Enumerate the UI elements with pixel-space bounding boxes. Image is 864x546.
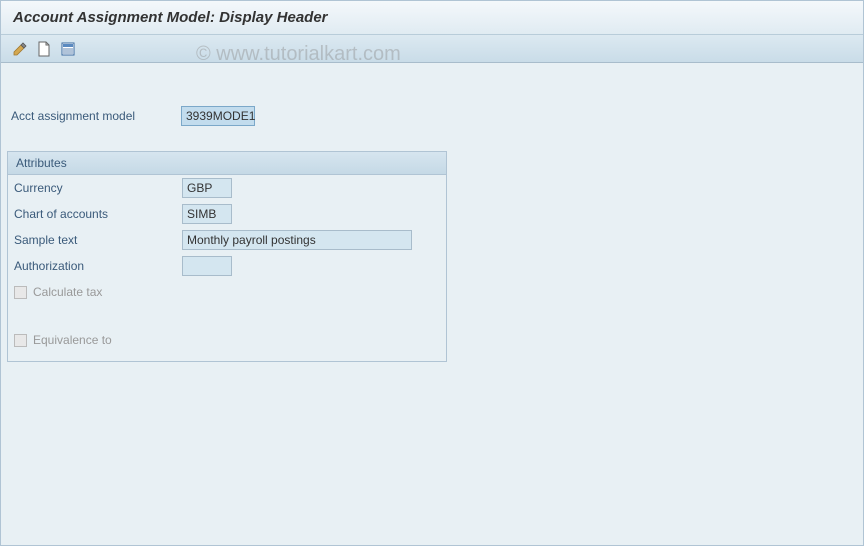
attributes-group-body: Currency GBP Chart of accounts SIMB Samp… [8, 175, 446, 361]
chart-row: Chart of accounts SIMB [8, 201, 446, 227]
overview-icon[interactable] [59, 40, 77, 58]
content-area: Acct assignment model 3939MODE1 Attribut… [1, 103, 863, 362]
currency-row: Currency GBP [8, 175, 446, 201]
attributes-group: Attributes Currency GBP Chart of account… [7, 151, 447, 362]
sample-value[interactable]: Monthly payroll postings [182, 230, 412, 250]
equiv-row: Equivalence to [8, 327, 446, 353]
chart-value[interactable]: SIMB [182, 204, 232, 224]
page-title: Account Assignment Model: Display Header [13, 9, 328, 26]
change-icon[interactable] [11, 40, 29, 58]
chart-label: Chart of accounts [14, 207, 182, 221]
document-icon[interactable] [35, 40, 53, 58]
toolbar [1, 35, 863, 63]
currency-label: Currency [14, 181, 182, 195]
calc-tax-label: Calculate tax [33, 285, 102, 299]
equiv-checkbox[interactable] [14, 334, 27, 347]
auth-label: Authorization [14, 259, 182, 273]
calc-tax-row: Calculate tax [8, 279, 446, 305]
window-title-bar: Account Assignment Model: Display Header [1, 1, 863, 35]
spacer [8, 305, 446, 327]
sample-label: Sample text [14, 233, 182, 247]
auth-value[interactable] [182, 256, 232, 276]
equiv-label: Equivalence to [33, 333, 112, 347]
calc-tax-checkbox[interactable] [14, 286, 27, 299]
sample-row: Sample text Monthly payroll postings [8, 227, 446, 253]
model-field-row: Acct assignment model 3939MODE1 [1, 103, 863, 129]
auth-row: Authorization [8, 253, 446, 279]
model-value[interactable]: 3939MODE1 [181, 106, 255, 126]
bottom-spacer [8, 353, 446, 361]
currency-value[interactable]: GBP [182, 178, 232, 198]
attributes-group-header: Attributes [8, 152, 446, 175]
model-label: Acct assignment model [11, 109, 181, 123]
